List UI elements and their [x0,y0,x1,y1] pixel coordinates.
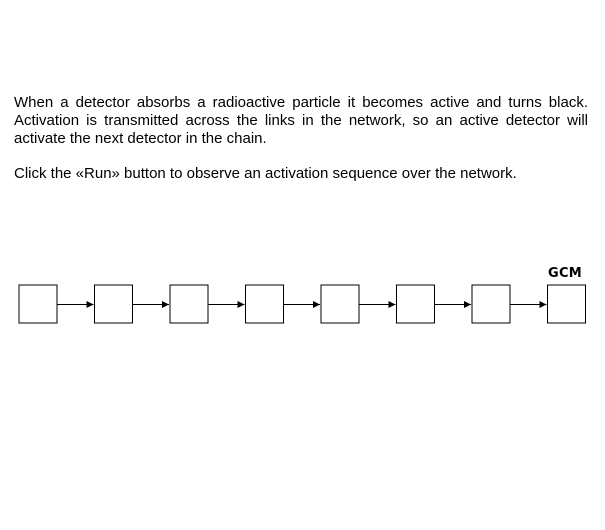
detector-3 [169,284,209,324]
detector-gcm [547,284,586,324]
detector-network [18,284,586,324]
detector-7 [471,284,511,324]
detector-5 [320,284,360,324]
detector-2 [94,284,133,324]
detector-6 [396,284,435,324]
instructions-paragraph-1: When a detector absorbs a radioactive pa… [14,94,588,147]
detector-4 [245,284,284,324]
detector-1 [18,284,58,324]
instructions-paragraph-2: Click the «Run» button to observe an act… [14,165,517,182]
instructions-text: When a detector absorbs a radioactive pa… [14,94,588,183]
